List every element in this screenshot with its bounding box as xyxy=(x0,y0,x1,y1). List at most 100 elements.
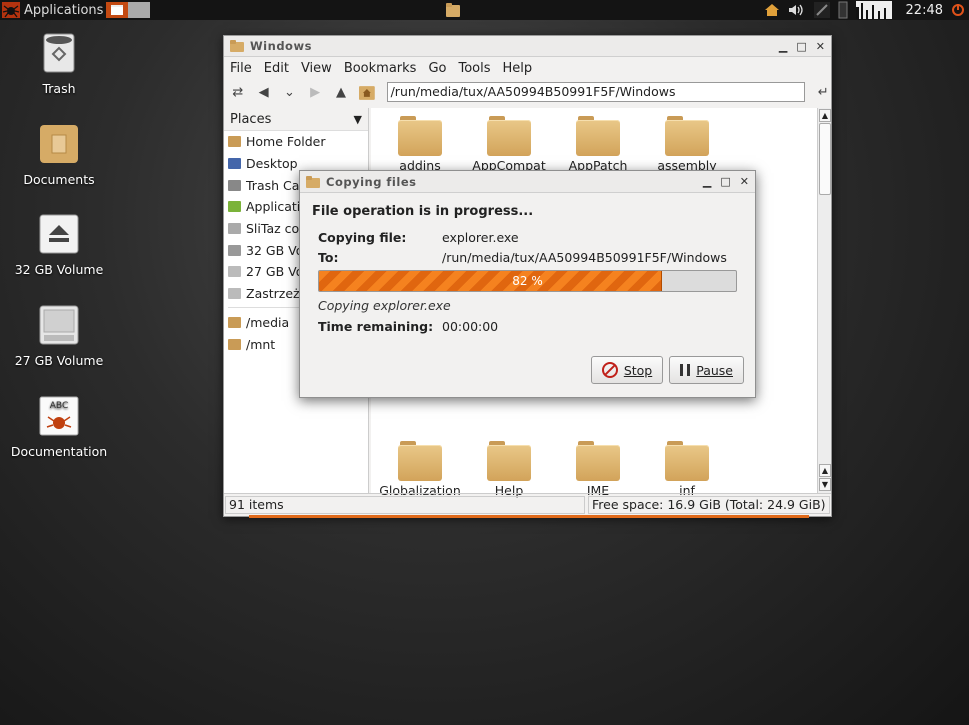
status-item-count: 91 items xyxy=(225,496,585,514)
vertical-scrollbar[interactable]: ▲ ▲ ▼ xyxy=(817,108,831,493)
place-icon xyxy=(228,136,241,148)
place-icon xyxy=(228,338,241,350)
scroll-down-arrow-icon[interactable]: ▲ xyxy=(819,464,831,477)
forward-icon[interactable]: ▶ xyxy=(307,85,323,100)
scrollbar-thumb[interactable] xyxy=(819,123,831,195)
menu-bookmarks[interactable]: Bookmarks xyxy=(344,61,417,76)
folder-icon xyxy=(398,441,442,481)
place-label: /mnt xyxy=(246,336,276,352)
time-remaining-label: Time remaining: xyxy=(318,319,434,334)
pause-button[interactable]: Pause xyxy=(669,356,744,384)
place-icon xyxy=(228,201,241,213)
scroll-up-arrow-icon[interactable]: ▲ xyxy=(819,109,831,122)
clock[interactable]: 22:48 xyxy=(906,3,943,18)
folder-item[interactable]: inf xyxy=(644,441,730,498)
close-button[interactable]: ✕ xyxy=(816,40,825,53)
copy-progress-bar: 82 % xyxy=(318,270,737,292)
folder-item[interactable]: AppCompat xyxy=(466,116,552,173)
folder-item[interactable]: IME xyxy=(555,441,641,498)
desktop-icon-label: Trash xyxy=(42,81,76,96)
home-icon[interactable] xyxy=(764,3,780,17)
location-bar[interactable]: /run/media/tux/AA50994B50991F5F/Windows xyxy=(386,82,806,102)
go-enter-icon[interactable]: ↵ xyxy=(815,85,831,100)
places-header[interactable]: Places ▼ xyxy=(224,108,368,131)
desktop-icon-label: 32 GB Volume xyxy=(14,262,104,277)
desktop-trash[interactable]: Trash xyxy=(4,32,114,96)
copying-file-value: explorer.exe xyxy=(442,230,519,245)
top-panel: Applications 22:48 xyxy=(0,0,969,20)
folder-launcher-icon[interactable] xyxy=(446,3,460,17)
pause-icon xyxy=(680,364,691,376)
folder-icon xyxy=(230,40,244,52)
removable-drive-icon xyxy=(39,214,79,254)
home-folder-icon[interactable] xyxy=(358,84,375,100)
applications-menu[interactable]: Applications xyxy=(2,1,103,19)
hard-drive-icon xyxy=(39,305,79,345)
place-icon xyxy=(228,223,241,235)
toolbar: ⇄ ◀ ⌄ ▶ ▲ /run/media/tux/AA50994B50991F5… xyxy=(224,79,831,105)
sidebar-place-item[interactable]: Home Folder xyxy=(224,131,368,153)
place-label: /media xyxy=(246,314,290,330)
scroll-down-arrow-icon[interactable]: ▼ xyxy=(819,478,831,491)
menu-file[interactable]: File xyxy=(230,61,252,76)
svg-text:ABC: ABC xyxy=(50,401,68,411)
destination-value: /run/media/tux/AA50994B50991F5F/Windows xyxy=(442,250,727,265)
dialog-titlebar[interactable]: Copying files ▁ □ ✕ xyxy=(300,171,755,193)
menu-help[interactable]: Help xyxy=(503,61,533,76)
place-icon xyxy=(228,179,241,191)
menu-tools[interactable]: Tools xyxy=(458,61,490,76)
window-title: Windows xyxy=(250,39,312,53)
file-manager-titlebar[interactable]: Windows ▁ □ ✕ xyxy=(224,36,831,57)
network-icon[interactable] xyxy=(813,2,830,18)
documents-folder-icon xyxy=(40,125,78,163)
desktop-icon-label: Documents xyxy=(23,172,95,187)
place-icon xyxy=(228,244,241,256)
volume-icon[interactable] xyxy=(788,3,806,17)
documentation-icon: ABC xyxy=(39,396,79,436)
battery-icon[interactable] xyxy=(838,1,848,19)
folder-item[interactable]: Help xyxy=(466,441,552,498)
desktop-documentation[interactable]: ABC Documentation xyxy=(4,395,114,459)
chevron-down-icon[interactable]: ▼ xyxy=(354,113,362,126)
folder-item[interactable]: assembly xyxy=(644,116,730,173)
folder-item[interactable]: AppPatch xyxy=(555,116,641,173)
place-label: Home Folder xyxy=(246,134,326,150)
system-tray: 22:48 xyxy=(764,0,969,20)
place-icon xyxy=(228,316,241,328)
back-icon[interactable]: ◀ xyxy=(256,85,272,100)
desktop-32gb-volume[interactable]: 32 GB Volume xyxy=(4,213,114,277)
history-chevron-down-icon[interactable]: ⌄ xyxy=(282,85,298,100)
minimize-button[interactable]: ▁ xyxy=(779,40,787,53)
folder-item[interactable]: addins xyxy=(377,116,463,173)
window-list-icon xyxy=(106,2,128,18)
close-button[interactable]: ✕ xyxy=(740,175,749,188)
menu-edit[interactable]: Edit xyxy=(264,61,289,76)
decor-line xyxy=(249,515,809,518)
current-file-status: Copying explorer.exe xyxy=(318,298,451,313)
stop-button-label: Stop xyxy=(623,362,653,378)
folder-icon xyxy=(576,441,620,481)
status-free-space: Free space: 16.9 GiB (Total: 24.9 GiB) xyxy=(588,496,830,514)
folder-item[interactable]: Globalization xyxy=(377,441,463,498)
stop-button[interactable]: Stop xyxy=(590,356,664,384)
taskbar-window-button[interactable] xyxy=(106,2,150,18)
desktop-icon-label: Documentation xyxy=(10,444,108,459)
desktop-27gb-volume[interactable]: 27 GB Volume xyxy=(4,304,114,368)
minimize-button[interactable]: ▁ xyxy=(703,175,711,188)
up-icon[interactable]: ▲ xyxy=(333,85,349,100)
cpu-graph-icon[interactable] xyxy=(855,1,892,19)
stop-icon xyxy=(601,362,618,378)
new-tab-icon[interactable]: ⇄ xyxy=(230,85,246,100)
power-icon[interactable] xyxy=(951,3,965,17)
place-icon xyxy=(228,158,241,170)
desktop-documents[interactable]: Documents xyxy=(4,123,114,187)
folder-icon xyxy=(576,116,620,156)
maximize-button[interactable]: □ xyxy=(796,40,806,53)
folder-icon xyxy=(398,116,442,156)
menu-view[interactable]: View xyxy=(301,61,332,76)
folder-icon xyxy=(487,441,531,481)
folder-icon xyxy=(665,441,709,481)
menu-go[interactable]: Go xyxy=(428,61,446,76)
folder-icon xyxy=(665,116,709,156)
maximize-button[interactable]: □ xyxy=(720,175,730,188)
